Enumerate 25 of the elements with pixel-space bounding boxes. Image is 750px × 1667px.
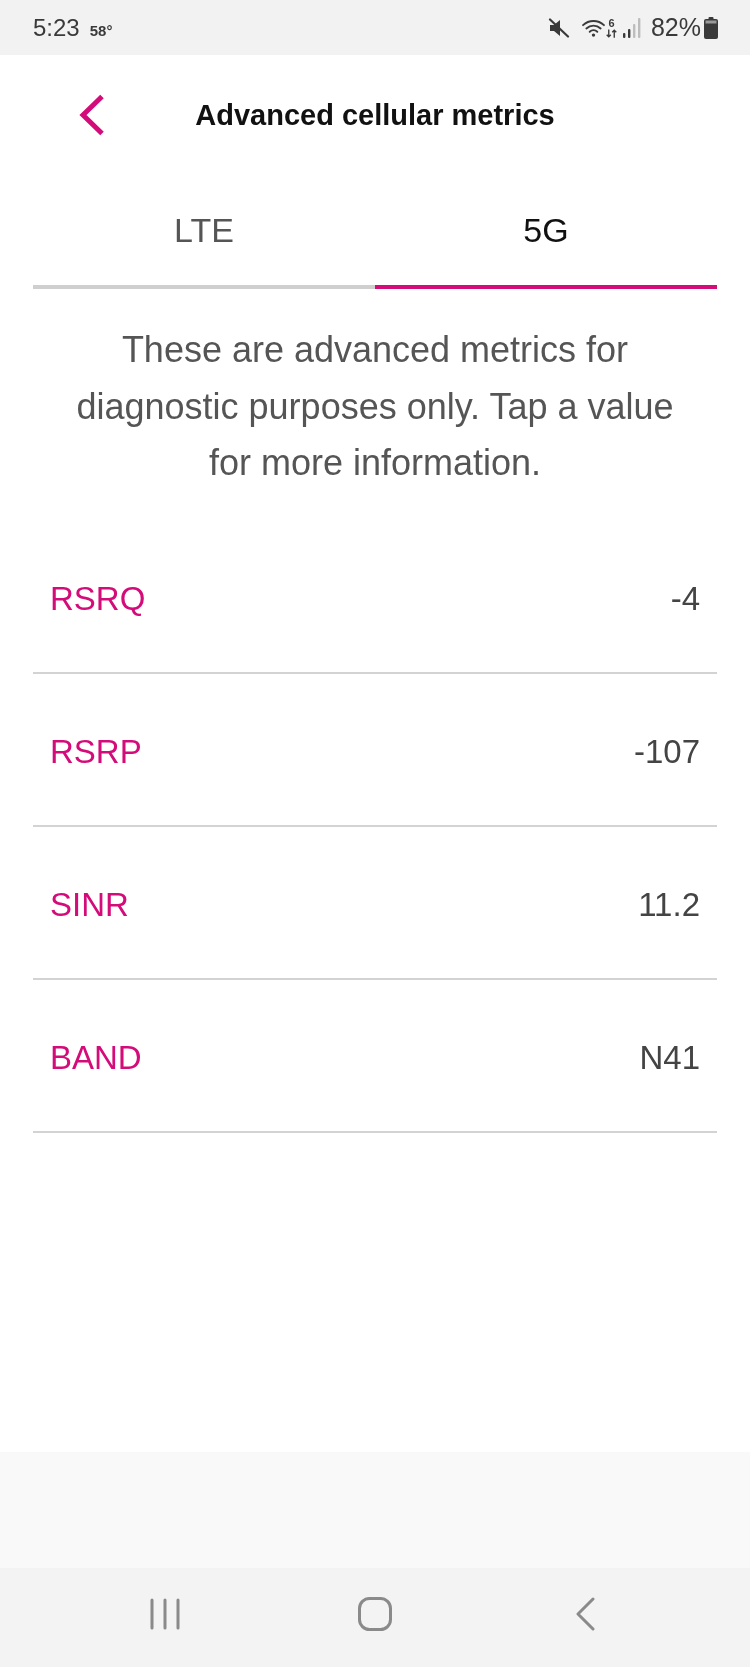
metric-label: SINR [50, 886, 129, 924]
home-icon[interactable] [358, 1596, 392, 1631]
back-chevron-icon [78, 94, 106, 136]
battery-percent: 82% [650, 13, 701, 42]
metric-label: BAND [50, 1039, 142, 1077]
wifi-generation-label: 6 [608, 17, 615, 29]
description-text: These are advanced metrics for diagnostic purposes only. Tap a value for more information. [75, 328, 675, 485]
metric-label: RSRP [50, 733, 142, 771]
battery-icon [704, 16, 718, 39]
metric-value[interactable]: -107 [633, 733, 700, 771]
metric-value[interactable]: 11.2 [638, 886, 700, 924]
metric-value[interactable]: -4 [670, 580, 700, 618]
back-icon[interactable] [575, 1596, 595, 1631]
data-arrows-icon [605, 28, 617, 38]
metric-label: RSRQ [50, 580, 146, 618]
tab[interactable]: LTE [33, 175, 375, 289]
metric-value[interactable]: N41 [639, 1039, 700, 1077]
muted-speaker-icon [547, 17, 570, 38]
wifi-icon [581, 18, 605, 37]
tab[interactable]: 5G [375, 175, 717, 289]
clock-time: 5:23 [33, 13, 80, 42]
screen-title: Advanced cellular metrics [195, 98, 555, 132]
temperature-text: 58° [89, 21, 113, 39]
signal-icon [622, 17, 641, 38]
recent-apps-icon[interactable] [150, 1597, 180, 1630]
